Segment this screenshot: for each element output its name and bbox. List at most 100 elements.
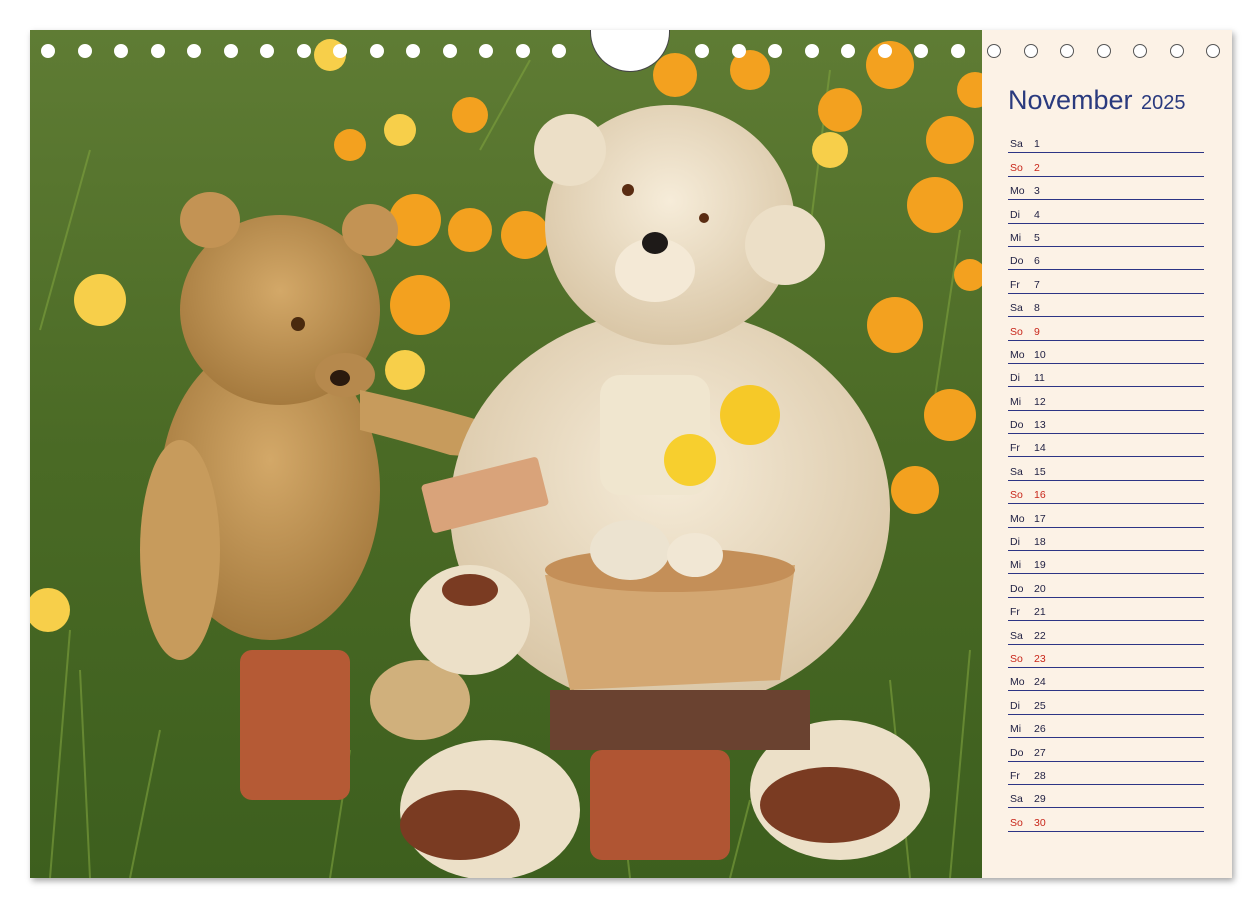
day-row: Fr 14 bbox=[1008, 434, 1204, 458]
weekday-label: Fr bbox=[1010, 442, 1020, 455]
day-row: Mo 17 bbox=[1008, 504, 1204, 528]
day-number: 21 bbox=[1034, 606, 1046, 619]
day-row: Sa 15 bbox=[1008, 457, 1204, 481]
day-row: So 9 bbox=[1008, 317, 1204, 341]
day-number: 13 bbox=[1034, 419, 1046, 432]
weekday-label: So bbox=[1010, 489, 1023, 502]
day-number: 22 bbox=[1034, 629, 1046, 642]
day-row: Mo 24 bbox=[1008, 668, 1204, 692]
month-title: November 2025 bbox=[1008, 85, 1186, 116]
weekday-label: Di bbox=[1010, 372, 1020, 385]
day-row: So 2 bbox=[1008, 153, 1204, 177]
day-number: 6 bbox=[1034, 255, 1040, 268]
day-row: Sa 22 bbox=[1008, 621, 1204, 645]
binding-hole bbox=[1133, 44, 1147, 58]
weekday-label: Mi bbox=[1010, 559, 1022, 572]
day-number: 3 bbox=[1034, 185, 1040, 198]
day-number: 26 bbox=[1034, 723, 1046, 736]
binding-hole bbox=[333, 44, 347, 58]
weekday-label: Mi bbox=[1010, 231, 1022, 244]
weekday-label: Di bbox=[1010, 699, 1020, 712]
binding-hole bbox=[114, 44, 128, 58]
weekday-label: Sa bbox=[1010, 138, 1023, 151]
day-row: Do 27 bbox=[1008, 738, 1204, 762]
binding-hole bbox=[515, 44, 530, 58]
day-row: So 16 bbox=[1008, 481, 1204, 505]
day-number: 18 bbox=[1034, 536, 1046, 549]
day-row: Do 6 bbox=[1008, 247, 1204, 271]
weekday-label: So bbox=[1010, 652, 1023, 665]
day-row: Sa 29 bbox=[1008, 785, 1204, 809]
binding-hole bbox=[442, 44, 457, 58]
day-number: 27 bbox=[1034, 746, 1046, 759]
day-row: So 30 bbox=[1008, 808, 1204, 832]
weekday-label: Sa bbox=[1010, 302, 1023, 315]
weekday-label: Do bbox=[1010, 746, 1024, 759]
day-row: Sa 1 bbox=[1008, 130, 1204, 154]
binding-hole bbox=[1023, 44, 1038, 58]
binding-hole bbox=[804, 44, 819, 58]
year: 2025 bbox=[1141, 92, 1186, 114]
binding-hole bbox=[552, 44, 566, 58]
weekday-label: Di bbox=[1010, 536, 1020, 549]
day-row: Do 13 bbox=[1008, 411, 1204, 435]
month-name: November bbox=[1008, 85, 1133, 115]
day-number: 20 bbox=[1034, 582, 1046, 595]
day-number: 17 bbox=[1034, 512, 1046, 525]
binding-hole bbox=[77, 44, 92, 58]
weekday-label: Mi bbox=[1010, 395, 1022, 408]
weekday-label: So bbox=[1010, 161, 1023, 174]
day-number: 25 bbox=[1034, 699, 1046, 712]
weekday-label: Do bbox=[1010, 582, 1024, 595]
weekday-label: Mi bbox=[1010, 723, 1022, 736]
weekday-label: Mo bbox=[1010, 185, 1025, 198]
day-number: 14 bbox=[1034, 442, 1046, 455]
day-row: Fr 28 bbox=[1008, 762, 1204, 785]
binding-hole bbox=[987, 44, 1001, 58]
day-number: 24 bbox=[1034, 676, 1046, 689]
binding-hole bbox=[1169, 44, 1184, 58]
day-row: Sa 8 bbox=[1008, 294, 1204, 318]
weekday-label: Sa bbox=[1010, 629, 1023, 642]
binding-hole bbox=[1206, 44, 1220, 58]
day-number: 1 bbox=[1034, 138, 1040, 151]
calendar-page: November 2025 Sa 1 So 2 Mo 3 Di 4 Mi 5 Do 6 Fr 7 Sa 8 So… bbox=[30, 30, 1232, 878]
day-row: Mi 19 bbox=[1008, 551, 1204, 575]
binding-hole bbox=[296, 44, 311, 58]
weekday-label: Mo bbox=[1010, 348, 1025, 361]
binding-hole bbox=[731, 44, 746, 58]
day-row: Di 18 bbox=[1008, 528, 1204, 552]
weekday-label: Do bbox=[1010, 255, 1024, 268]
binding-hole bbox=[914, 44, 928, 58]
day-number: 16 bbox=[1034, 489, 1046, 502]
weekday-label: Sa bbox=[1010, 465, 1023, 478]
binding-hole bbox=[41, 44, 55, 58]
day-row: Mo 10 bbox=[1008, 341, 1204, 364]
weekday-label: Fr bbox=[1010, 769, 1020, 782]
day-number: 12 bbox=[1034, 395, 1046, 408]
binding-hole bbox=[1096, 44, 1111, 58]
day-number: 2 bbox=[1034, 161, 1040, 174]
day-number: 7 bbox=[1034, 278, 1040, 291]
weekday-label: Mo bbox=[1010, 512, 1025, 525]
day-row: Fr 7 bbox=[1008, 270, 1204, 294]
day-number: 23 bbox=[1034, 652, 1046, 665]
binding-hole bbox=[1060, 44, 1074, 58]
day-number: 8 bbox=[1034, 302, 1040, 315]
day-row: Fr 21 bbox=[1008, 598, 1204, 622]
day-number: 5 bbox=[1034, 231, 1040, 244]
binding-hole bbox=[223, 44, 238, 58]
binding-hole bbox=[695, 44, 709, 58]
weekday-label: Fr bbox=[1010, 606, 1020, 619]
weekday-label: Sa bbox=[1010, 793, 1023, 806]
teddy-bears-photo bbox=[30, 30, 982, 878]
binding-hole bbox=[768, 44, 782, 58]
day-number: 19 bbox=[1034, 559, 1046, 572]
binding-hole bbox=[406, 44, 420, 58]
day-number: 29 bbox=[1034, 793, 1046, 806]
day-number: 9 bbox=[1034, 325, 1040, 338]
day-row: Mo 3 bbox=[1008, 177, 1204, 201]
weekday-label: Do bbox=[1010, 419, 1024, 432]
day-row: Di 11 bbox=[1008, 364, 1204, 388]
binding-hole bbox=[187, 44, 201, 58]
